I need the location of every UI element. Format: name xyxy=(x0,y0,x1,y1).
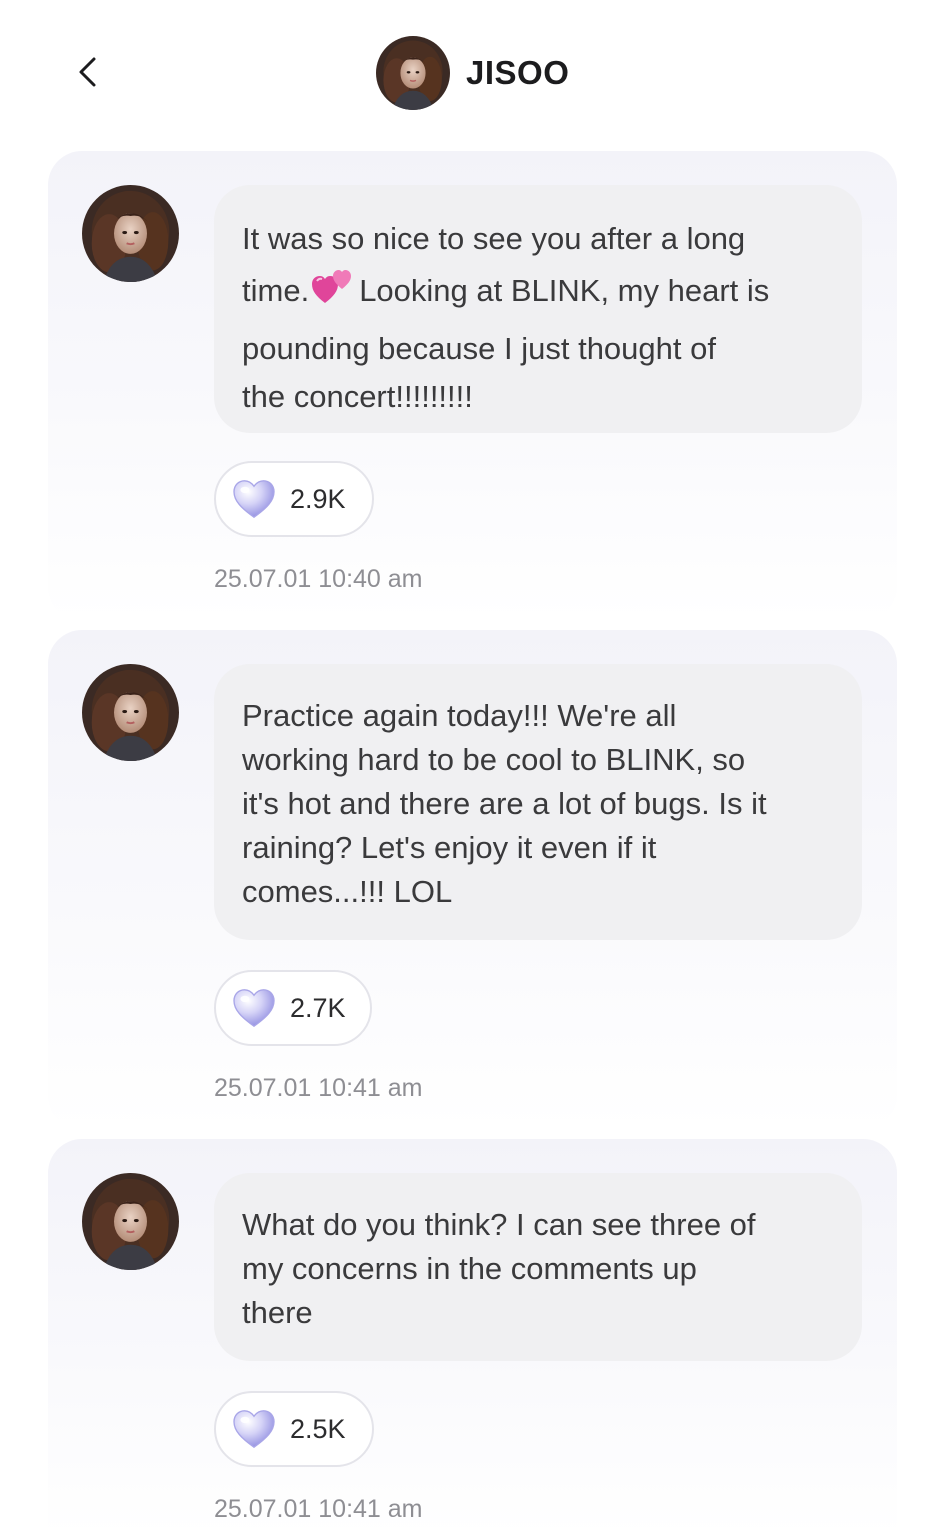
heart-icon xyxy=(232,988,276,1028)
like-button[interactable]: 2.9K xyxy=(214,461,374,537)
profile-header[interactable]: JISOO xyxy=(376,36,569,110)
like-count: 2.5K xyxy=(290,1413,346,1444)
message-line: working hard to be cool to BLINK, so xyxy=(242,742,746,777)
message-line: it's hot and there are a lot of bugs. Is… xyxy=(242,786,767,821)
avatar[interactable] xyxy=(82,664,179,761)
page-title: JISOO xyxy=(466,54,570,91)
message-line: raining? Let's enjoy it even if it xyxy=(242,830,657,865)
timestamp: 25.07.01 10:40 am xyxy=(214,565,423,593)
like-count: 2.7K xyxy=(290,992,346,1023)
message-line: comes...!!! LOL xyxy=(242,874,453,909)
like-button[interactable]: 2.5K xyxy=(214,1391,374,1467)
avatar[interactable] xyxy=(82,185,179,282)
timestamp: 25.07.01 10:41 am xyxy=(214,1495,423,1523)
like-button[interactable]: 2.7K xyxy=(214,970,372,1046)
heart-icon xyxy=(232,479,276,519)
message-card: Practice again today!!! We're all workin… xyxy=(48,630,897,1130)
like-count: 2.9K xyxy=(290,483,346,514)
message-card: What do you think? I can see three of my… xyxy=(48,1139,897,1536)
message-line: What do you think? I can see three of xyxy=(242,1207,756,1242)
message-line: there xyxy=(242,1295,313,1330)
chevron-left-icon xyxy=(79,57,96,87)
message-line: the concert!!!!!!!!! xyxy=(242,379,473,414)
message-line: Practice again today!!! We're all xyxy=(242,698,677,733)
message-bubble: What do you think? I can see three of my… xyxy=(214,1173,862,1361)
two-hearts-emoji xyxy=(311,265,355,325)
heart-icon xyxy=(232,1409,276,1449)
chat-header: JISOO xyxy=(0,0,945,145)
timestamp: 25.07.01 10:41 am xyxy=(214,1074,423,1102)
avatar[interactable] xyxy=(376,36,450,110)
message-line: time. xyxy=(242,273,310,308)
message-line: pounding because I just thought of xyxy=(242,331,716,366)
back-button[interactable] xyxy=(66,50,110,94)
message-bubble: Practice again today!!! We're all workin… xyxy=(214,664,862,940)
message-bubble: It was so nice to see you after a long t… xyxy=(214,185,862,433)
message-line: Looking at BLINK, my heart is xyxy=(359,273,770,308)
message-line: my concerns in the comments up xyxy=(242,1251,697,1286)
message-line-group: time. Looking at BLINK, my heart is xyxy=(242,263,834,325)
avatar[interactable] xyxy=(82,1173,179,1270)
message-card: It was so nice to see you after a long t… xyxy=(48,151,897,621)
message-line: It was so nice to see you after a long xyxy=(242,221,746,256)
